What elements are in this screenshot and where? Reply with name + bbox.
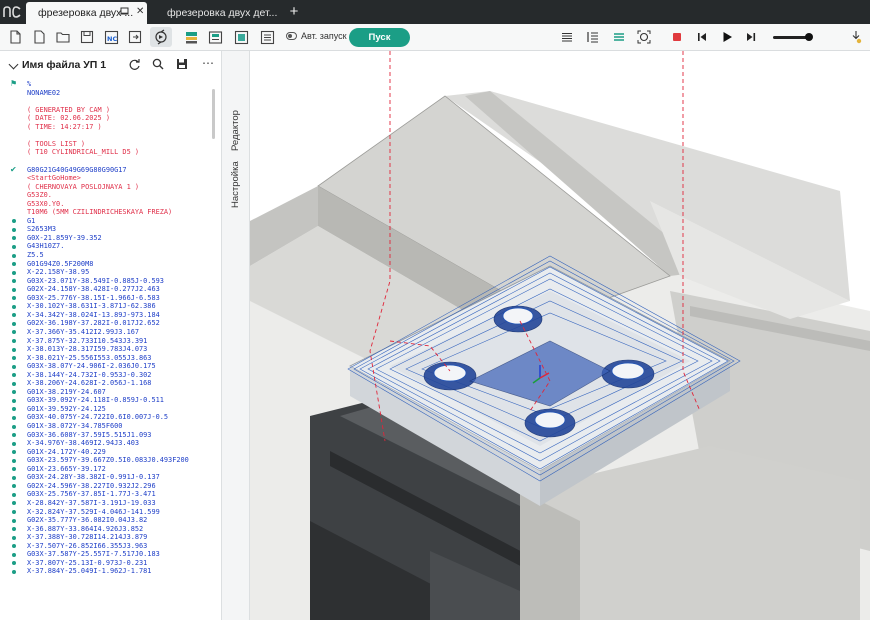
nc-file-icon[interactable]: NC	[102, 28, 120, 46]
skip-back-icon[interactable]	[693, 28, 711, 46]
tab-settings[interactable]: Настройка	[230, 161, 241, 208]
simulation-viewport[interactable]	[250, 51, 870, 620]
executed-line-marker-icon	[12, 304, 16, 309]
main-toolbar: NC Авт. запуск Пуск	[0, 24, 870, 51]
open-folder-icon[interactable]	[54, 28, 72, 46]
executed-line-marker-icon	[12, 339, 16, 343]
executed-line-marker-icon	[12, 262, 16, 267]
executed-line-marker-icon	[12, 552, 16, 557]
executed-line-marker-icon	[12, 510, 16, 514]
run-button[interactable]: Пуск	[349, 28, 410, 47]
fit-view-icon[interactable]	[635, 28, 653, 46]
executed-line-marker-icon	[12, 450, 16, 455]
grid-settings-icon[interactable]	[258, 28, 276, 46]
executed-line-marker-icon	[12, 279, 16, 284]
auto-start-toggle[interactable]	[286, 32, 297, 40]
tab-editor[interactable]: Редактор	[230, 110, 241, 151]
executed-line-marker-icon	[12, 287, 16, 292]
search-icon[interactable]	[150, 56, 166, 72]
tab-document-1[interactable]: фрезеровка двух ... ✕	[26, 2, 147, 24]
svg-text:NC: NC	[107, 35, 117, 43]
executed-line-marker-icon	[12, 484, 16, 489]
tool-library-icon[interactable]	[206, 28, 224, 46]
executed-line-marker-icon	[12, 244, 16, 249]
executed-line-marker-icon	[12, 398, 16, 403]
executed-line-marker-icon	[12, 364, 16, 369]
executed-line-marker-icon	[12, 475, 16, 480]
executed-line-marker-icon	[12, 330, 16, 335]
executed-line-marker-icon	[12, 569, 16, 574]
export-icon[interactable]	[126, 28, 144, 46]
nc-code-editor[interactable]: ⚑% NONAME02( GENERATED BY CAM )( DATE: 02…	[0, 79, 210, 620]
title-bar: фрезеровка двух ... ✕ фрезеровка двух де…	[0, 0, 870, 24]
executed-line-marker-icon	[12, 458, 16, 463]
executed-line-marker-icon	[12, 321, 16, 326]
executed-line-marker-icon	[12, 356, 16, 361]
app-logo-icon	[0, 0, 24, 24]
close-tab-icon[interactable]: ✕	[136, 6, 144, 17]
settings-download-icon[interactable]	[847, 28, 865, 46]
program-panel: Имя файла УП 1 ⋯ ⚑% NONAME02( GENERATED B…	[0, 51, 222, 620]
save-icon[interactable]	[78, 28, 96, 46]
tab-label: фрезеровка двух дет...	[167, 7, 278, 19]
more-options-icon[interactable]: ⋯	[202, 56, 214, 70]
executed-line-marker-icon	[12, 544, 16, 549]
new-file-icon[interactable]	[6, 28, 24, 46]
executed-line-marker-icon	[12, 415, 16, 420]
executed-line-marker-icon	[12, 236, 16, 241]
executed-line-marker-icon	[12, 527, 16, 532]
executed-line-marker-icon	[12, 313, 16, 318]
program-panel-header: Имя файла УП 1 ⋯	[0, 51, 222, 78]
side-tabs: Редактор Настройка	[222, 51, 250, 620]
executed-line-marker-icon	[12, 433, 16, 438]
executed-line-marker-icon	[12, 501, 16, 506]
new-tab-button[interactable]: +	[287, 2, 301, 22]
program-file-title: Имя файла УП 1	[22, 59, 107, 71]
executed-line-marker-icon	[12, 296, 16, 301]
executed-line-marker-icon	[12, 347, 16, 352]
simulation-mode-icon[interactable]	[150, 27, 172, 47]
executed-line-marker-icon	[12, 535, 16, 540]
executed-line-marker-icon	[12, 227, 16, 232]
machining-scene	[250, 51, 870, 620]
step-forward-icon[interactable]	[742, 28, 760, 46]
collapse-chevron-icon[interactable]	[8, 59, 19, 70]
executed-line-marker-icon	[12, 518, 16, 523]
line-numbers-icon[interactable]	[584, 28, 602, 46]
machine-view-icon[interactable]	[182, 28, 200, 46]
executed-line-marker-icon	[12, 253, 16, 258]
refresh-icon[interactable]	[126, 56, 142, 72]
executed-line-marker-icon	[12, 407, 16, 412]
executed-line-marker-icon	[12, 561, 16, 566]
code-line[interactable]: X-37.884Y-25.049I-1.962J-1.781	[0, 566, 210, 577]
executed-line-marker-icon	[12, 424, 16, 429]
executed-line-marker-icon	[12, 492, 16, 497]
code-view-icon[interactable]	[610, 28, 628, 46]
minimize-tab-icon[interactable]	[120, 7, 129, 19]
new-document-icon[interactable]	[30, 28, 48, 46]
code-scrollbar[interactable]	[212, 89, 215, 139]
workpiece-icon[interactable]	[232, 28, 250, 46]
tab-label: фрезеровка двух ...	[38, 7, 134, 19]
executed-line-marker-icon	[12, 219, 16, 224]
tab-document-2[interactable]: фрезеровка двух дет...	[155, 2, 280, 24]
executed-line-marker-icon	[12, 373, 16, 378]
stop-icon[interactable]	[668, 28, 686, 46]
layers-list-icon[interactable]	[558, 28, 576, 46]
executed-line-marker-icon	[12, 381, 16, 386]
speed-slider-knob[interactable]	[805, 33, 813, 41]
executed-line-marker-icon	[12, 270, 16, 275]
executed-line-marker-icon	[12, 390, 16, 395]
executed-line-marker-icon	[12, 467, 16, 472]
auto-start-label: Авт. запуск	[301, 31, 347, 41]
code-line-text: X-37.884Y-25.049I-1.962J-1.781	[27, 567, 152, 576]
executed-line-marker-icon	[12, 441, 16, 446]
play-icon[interactable]	[718, 28, 736, 46]
save-program-icon[interactable]	[174, 56, 190, 72]
